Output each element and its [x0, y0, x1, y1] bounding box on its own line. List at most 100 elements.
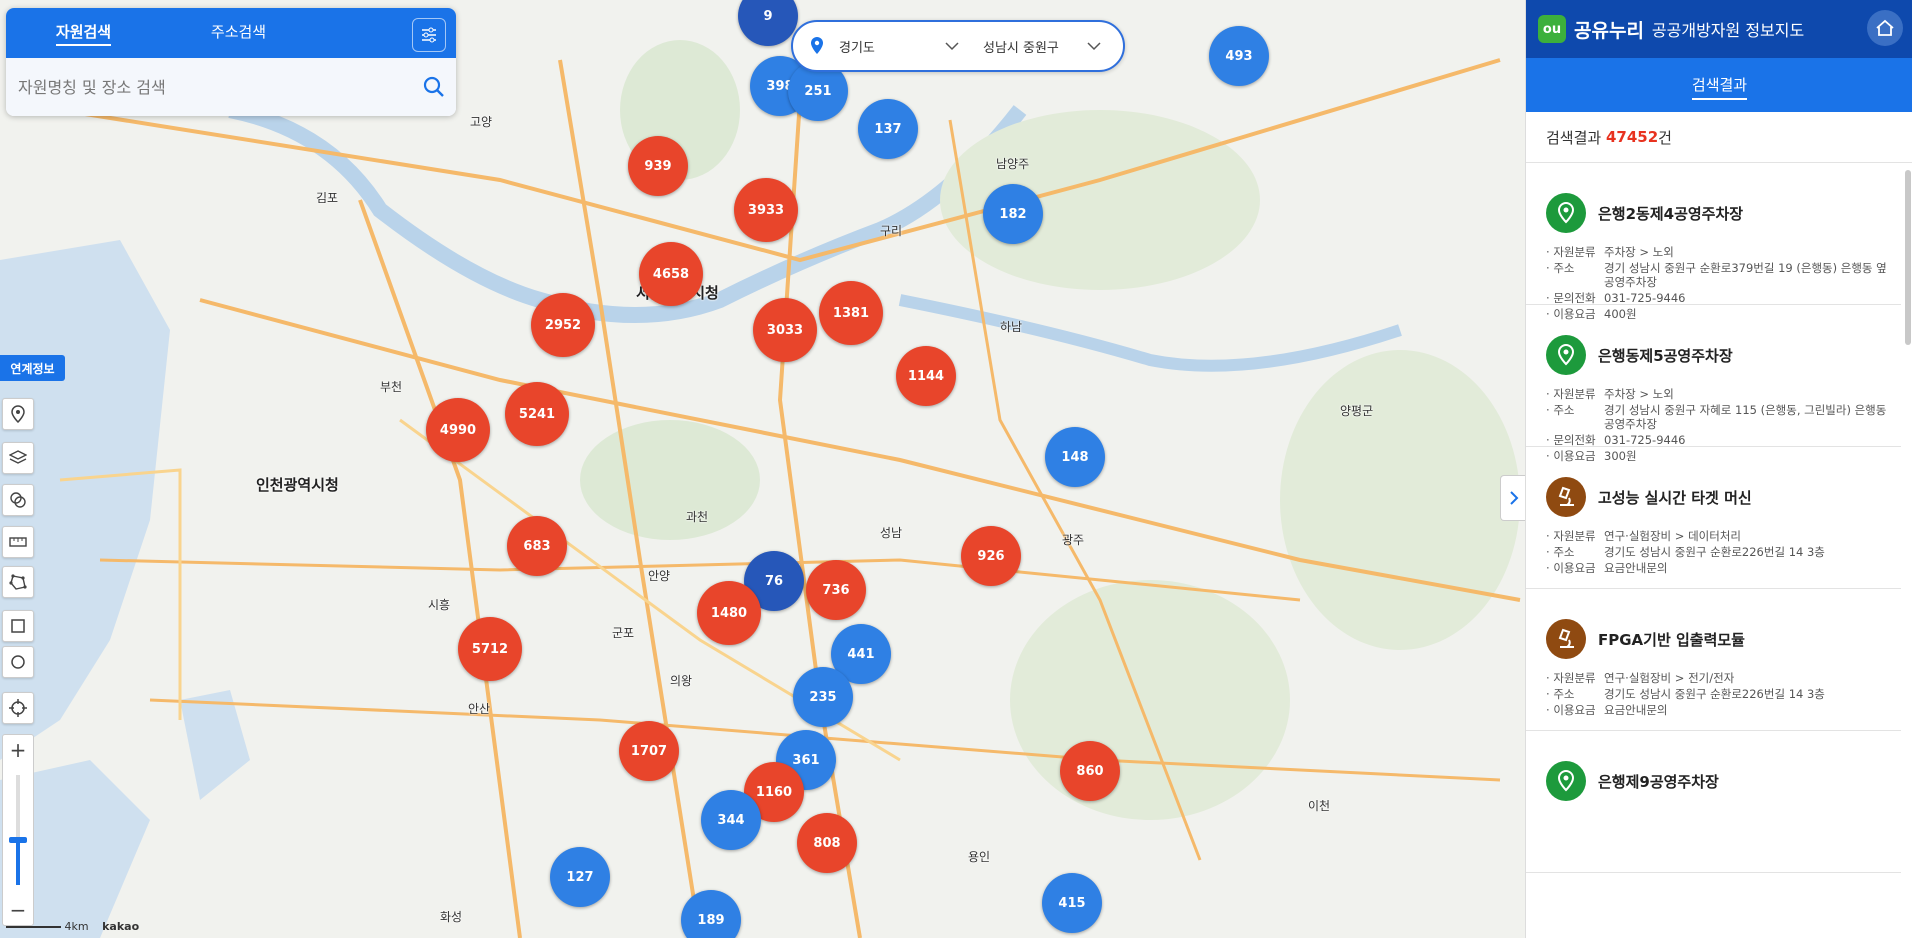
- map-place-label: 고양: [470, 115, 493, 129]
- detail-value: 경기도 성남시 중원구 순환로226번길 14 3층: [1604, 687, 1825, 701]
- zoom-handle[interactable]: [9, 837, 27, 843]
- cluster-marker[interactable]: 3033: [753, 298, 817, 362]
- area-tool[interactable]: [2, 566, 34, 598]
- map-place-label: 안양: [648, 569, 671, 583]
- map-view[interactable]: 고양김포서울특별시청구리남양주하남부천인천광역시청과천안양성남광주군포시흥안산의…: [0, 0, 1525, 938]
- chevron-right-icon: [1509, 491, 1518, 505]
- home-button[interactable]: [1867, 10, 1903, 46]
- my-location-tool[interactable]: [2, 692, 34, 724]
- result-item[interactable]: 은행동제5공영주차장자원분류주차장 > 노외주소경기 성남시 중원구 자혜로 1…: [1526, 305, 1901, 463]
- detail-value: 031-725-9446: [1604, 291, 1686, 305]
- cluster-marker[interactable]: 860: [1060, 741, 1120, 801]
- result-panel: ou 공유누리 공공개방자원 정보지도 검색결과 검색결과 47452 건 은행2…: [1525, 0, 1912, 938]
- distance-tool[interactable]: [2, 526, 34, 558]
- cluster-marker[interactable]: 5241: [505, 382, 569, 446]
- detail-key: 주소: [1546, 687, 1604, 701]
- detail-key: 문의전화: [1546, 433, 1604, 447]
- cluster-marker[interactable]: 1707: [619, 721, 679, 781]
- search-tabs: 자원검색 주소검색: [6, 8, 456, 58]
- overlap-tool[interactable]: [2, 484, 34, 516]
- result-item[interactable]: 은행제9공영주차장: [1526, 731, 1901, 873]
- cluster-marker[interactable]: 415: [1042, 873, 1102, 933]
- cluster-marker[interactable]: 1144: [896, 346, 956, 406]
- search-input[interactable]: [16, 76, 422, 98]
- detail-value: 요금안내문의: [1604, 561, 1668, 575]
- tab-resource-search[interactable]: 자원검색: [6, 21, 161, 46]
- result-title[interactable]: FPGA기반 입출력모듈: [1598, 629, 1745, 650]
- detail-key: 이용요금: [1546, 703, 1604, 717]
- result-title[interactable]: 고성능 실시간 타겟 머신: [1598, 487, 1752, 508]
- polygon-icon: [9, 574, 27, 590]
- map-brand: kakao: [102, 920, 140, 933]
- link-info-button[interactable]: 연계정보: [0, 355, 65, 381]
- home-icon: [1876, 19, 1894, 36]
- collapse-panel-button[interactable]: [1500, 475, 1526, 521]
- location-pin-icon: [11, 405, 25, 423]
- cluster-marker[interactable]: 137: [858, 99, 918, 159]
- search-icon[interactable]: [422, 75, 446, 99]
- cluster-marker[interactable]: 683: [507, 516, 567, 576]
- result-title[interactable]: 은행제9공영주차장: [1598, 771, 1719, 792]
- result-detail-row: 문의전화031-725-9446: [1546, 433, 1889, 447]
- detail-key: 주소: [1546, 545, 1604, 559]
- search-panel: 자원검색 주소검색: [6, 8, 456, 116]
- detail-value: 경기 성남시 중원구 순환로379번길 19 (은행동) 은행동 옆 공영주차장: [1604, 261, 1887, 289]
- detail-value: 경기 성남시 중원구 자혜로 115 (은행동, 그린빌라) 은행동 공영주차장: [1604, 403, 1887, 431]
- circle-tool[interactable]: [2, 646, 34, 678]
- cluster-marker[interactable]: 493: [1209, 26, 1269, 86]
- result-category-badge: [1546, 335, 1586, 375]
- cluster-marker[interactable]: 4658: [639, 242, 703, 306]
- cluster-marker[interactable]: 939: [628, 136, 688, 196]
- result-detail-row: 이용요금400원: [1546, 307, 1889, 321]
- result-category-badge: [1546, 193, 1586, 233]
- cluster-marker[interactable]: 1381: [819, 281, 883, 345]
- detail-key: 자원분류: [1546, 245, 1604, 259]
- crosshair-icon: [9, 699, 27, 717]
- search-box: [6, 58, 456, 116]
- map-place-label: 남양주: [996, 157, 1030, 171]
- map-place-label: 부천: [380, 380, 403, 394]
- square-icon: [11, 619, 25, 633]
- cluster-marker[interactable]: 127: [550, 847, 610, 907]
- cluster-marker[interactable]: 4990: [426, 398, 490, 462]
- panel-tabs: 검색결과: [1526, 58, 1912, 112]
- cluster-marker[interactable]: 344: [701, 790, 761, 850]
- cluster-marker[interactable]: 736: [806, 560, 866, 620]
- cluster-marker[interactable]: 235: [793, 667, 853, 727]
- cluster-marker[interactable]: 808: [797, 813, 857, 873]
- result-item[interactable]: FPGA기반 입출력모듈자원분류연구·실험장비 > 전기/전자주소경기도 성남시…: [1526, 589, 1901, 731]
- filter-button[interactable]: [412, 18, 446, 52]
- detail-value: 연구·실험장비 > 데이터처리: [1604, 529, 1741, 543]
- detail-key: 이용요금: [1546, 449, 1604, 463]
- result-item-header: 은행제9공영주차장: [1546, 761, 1889, 801]
- marker-tool[interactable]: [2, 398, 34, 430]
- cluster-marker[interactable]: 1480: [697, 581, 761, 645]
- cluster-marker[interactable]: 926: [961, 526, 1021, 586]
- sliders-icon: [422, 27, 436, 43]
- district-select[interactable]: 성남시 중원구: [983, 37, 1101, 56]
- result-title[interactable]: 은행동제5공영주차장: [1598, 345, 1733, 366]
- tab-search-results[interactable]: 검색결과: [1691, 70, 1748, 100]
- cluster-marker[interactable]: 5712: [458, 617, 522, 681]
- detail-key: 주소: [1546, 261, 1604, 289]
- microscope-icon: [1558, 486, 1574, 506]
- cluster-marker[interactable]: 182: [983, 184, 1043, 244]
- province-select[interactable]: 경기도: [839, 37, 959, 56]
- result-title[interactable]: 은행2동제4공영주차장: [1598, 203, 1743, 224]
- tab-address-search[interactable]: 주소검색: [161, 21, 316, 46]
- cluster-marker[interactable]: 148: [1045, 427, 1105, 487]
- map-place-label: 시흥: [428, 598, 451, 612]
- zoom-in-button[interactable]: +: [3, 735, 33, 765]
- chevron-down-icon: [1087, 42, 1101, 51]
- scrollbar[interactable]: [1905, 170, 1911, 345]
- cluster-marker[interactable]: 3933: [734, 178, 798, 242]
- cluster-marker[interactable]: 2952: [531, 293, 595, 357]
- layers-tool[interactable]: [2, 442, 34, 474]
- overlap-circles-icon: [10, 492, 26, 508]
- location-pin-icon: [1557, 343, 1575, 366]
- result-item[interactable]: 은행2동제4공영주차장자원분류주차장 > 노외주소경기 성남시 중원구 순환로3…: [1526, 163, 1901, 321]
- result-item[interactable]: 고성능 실시간 타겟 머신자원분류연구·실험장비 > 데이터처리주소경기도 성남…: [1526, 447, 1901, 589]
- rectangle-tool[interactable]: [2, 610, 34, 642]
- detail-key: 자원분류: [1546, 529, 1604, 543]
- map-place-label: 양평군: [1340, 404, 1374, 418]
